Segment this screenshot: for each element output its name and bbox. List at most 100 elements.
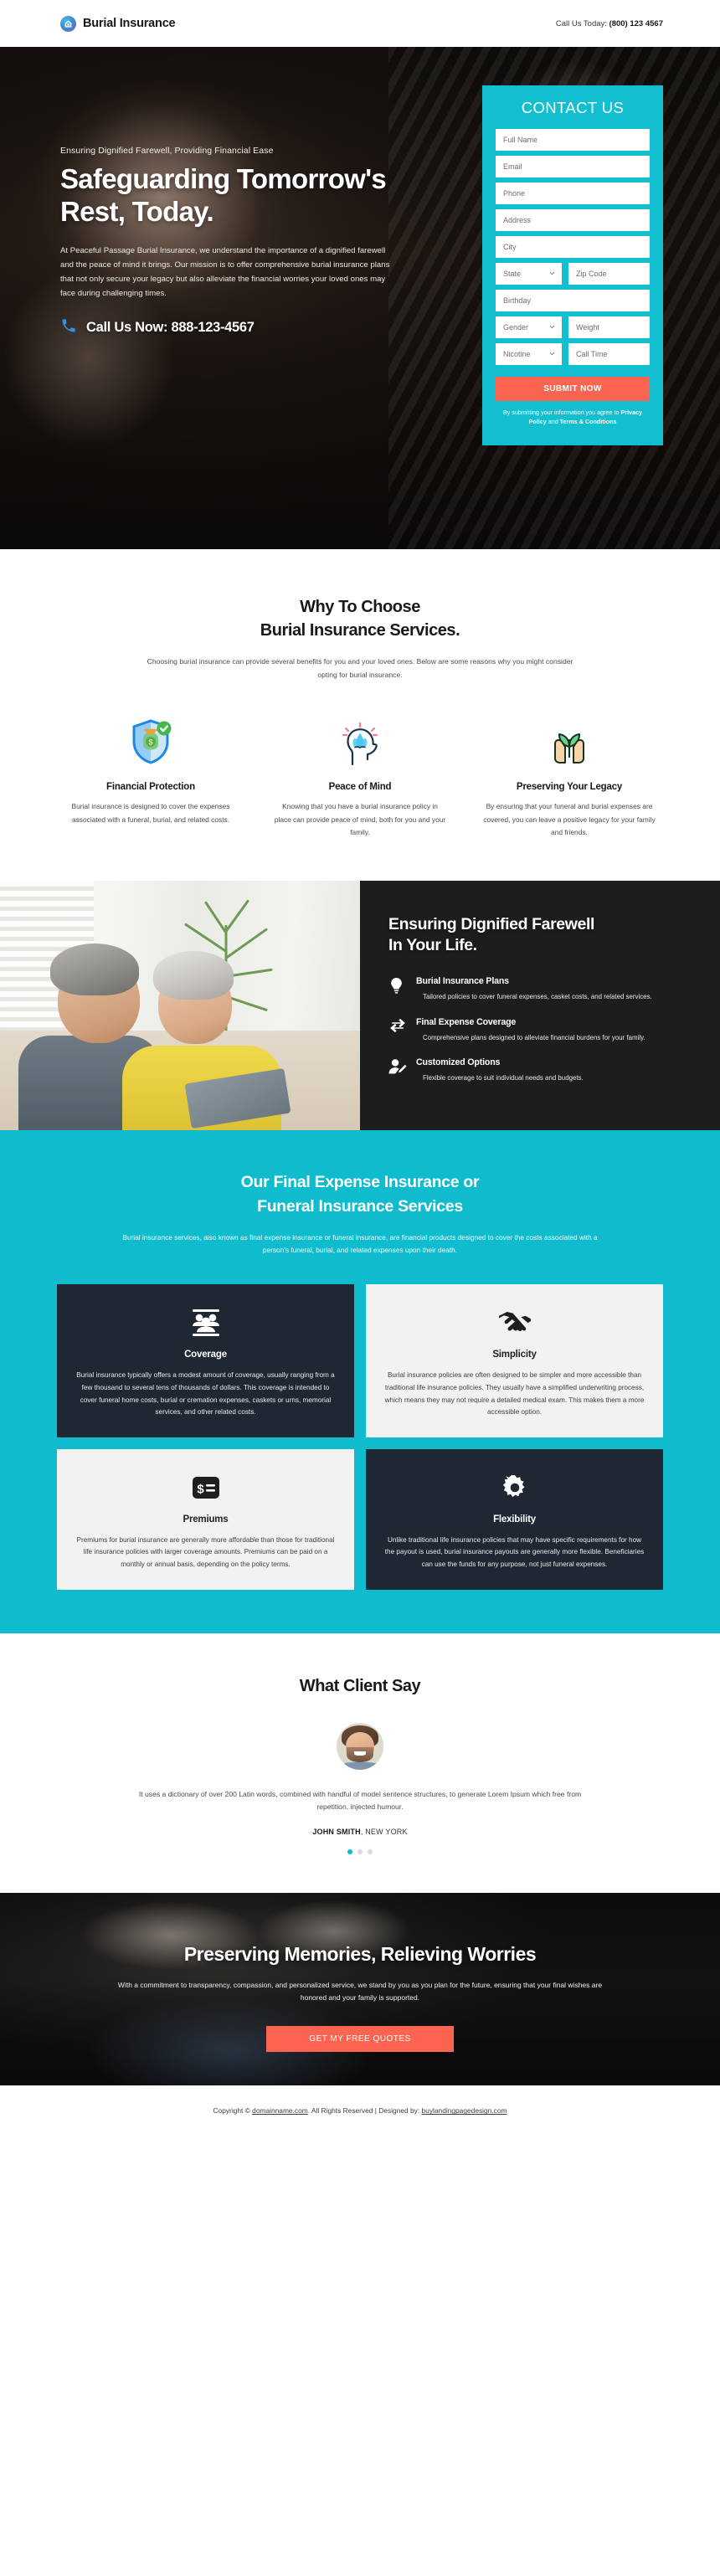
submit-button[interactable]: SUBMIT NOW [496,377,650,401]
pagination-dot-3[interactable] [368,1848,373,1854]
hero-title-line2: Rest, Today. [60,195,214,227]
why-item: Preserving Your Legacy By ensuring that … [479,717,660,839]
split-title-line2: In Your Life. [388,936,477,955]
dignified-farewell-copy: Ensuring Dignified Farewell In Your Life… [360,881,720,1131]
services-section: Our Final Expense Insurance or Funeral I… [0,1130,720,1633]
testimonial-author-location: NEW YORK [365,1827,408,1836]
footer: Copyright © domainname.com. All Rights R… [0,2085,720,2136]
contact-form[interactable]: CONTACT US State Gender [482,85,663,445]
full-name-input[interactable] [496,129,650,151]
service-card-text: Burial insurance typically offers a mode… [76,1371,335,1417]
lightbulb-icon [388,976,407,1002]
hero-eyebrow: Ensuring Dignified Farewell, Providing F… [60,146,274,156]
cta-subtitle: With a commitment to transparency, compa… [117,1980,603,2002]
feature-title: Burial Insurance Plans [416,976,509,987]
get-free-quotes-button[interactable]: GET MY FREE QUOTES [266,2026,454,2053]
pagination-dot-2[interactable] [357,1848,363,1854]
hero-call-cta[interactable]: Call Us Now: 888-123-4567 [60,317,429,338]
feature-text: Comprehensive plans designed to alleviat… [423,1033,645,1041]
form-legal-text: By submitting your information you agree… [496,409,650,427]
service-card: Coverage Burial insurance typically offe… [57,1284,354,1437]
house-logo-icon [60,15,76,32]
hero-copy: Ensuring Dignified Farewell, Providing F… [60,47,429,549]
birthday-input[interactable] [496,290,650,311]
users-group-icon [75,1306,336,1339]
handshake-icon [384,1306,645,1339]
why-item-text: Knowing that you have a burial insurance… [274,802,446,837]
why-title-line2: Burial Insurance Services. [260,620,460,640]
header-phone-label: Call Us Today: [555,18,607,28]
gender-select-wrap[interactable]: Gender [496,316,562,338]
why-item-title: Preserving Your Legacy [516,782,623,793]
brand-name: Burial Insurance [83,17,176,30]
service-card-title: Flexibility [493,1514,536,1525]
split-title-line1: Ensuring Dignified Farewell [388,915,594,934]
service-card: Flexibility Unlike traditional life insu… [366,1448,663,1590]
feature-item: Final Expense Coverage Comprehensive pla… [388,1017,683,1043]
why-item: $ Financial Protection Burial insurance … [60,717,241,839]
phone-input[interactable] [496,183,650,204]
user-edit-icon [388,1057,407,1083]
form-title: CONTACT US [521,99,625,116]
state-zip-row: State [496,263,650,285]
services-card-grid: Coverage Burial insurance typically offe… [57,1284,663,1590]
email-input[interactable] [496,156,650,177]
header-phone[interactable]: Call Us Today: (800) 123 4567 [556,19,663,28]
hero-section: Ensuring Dignified Farewell, Providing F… [0,47,720,549]
testimonial-title: What Client Say [299,1676,421,1695]
shield-money-check-icon: $ [60,717,241,765]
testimonial-quote: It uses a dictionary of over 200 Latin w… [138,1789,582,1812]
testimonial-pagination[interactable] [60,1848,660,1854]
service-card-text: Burial insurance policies are often desi… [384,1371,645,1417]
why-choose-header: Why To Choose Burial Insurance Services.… [60,596,660,681]
service-card-title: Coverage [184,1350,227,1360]
nicotine-select-wrap[interactable]: Nicotine [496,343,562,365]
copyright-mid: . All Rights Reserved | Designed by: [307,2106,422,2116]
phone-icon [60,317,77,338]
why-choose-subtitle: Choosing burial insurance can provide se… [147,657,573,679]
state-select[interactable]: State [496,263,562,285]
top-bar: Burial Insurance Call Us Today: (800) 12… [0,0,720,47]
feature-title: Customized Options [416,1057,501,1068]
feature-item: Burial Insurance Plans Tailored policies… [388,976,683,1002]
feature-title: Final Expense Coverage [416,1016,517,1027]
zip-input[interactable] [568,263,650,285]
header-phone-number: (800) 123 4567 [609,18,663,28]
call-time-input[interactable] [568,343,650,365]
testimonial-section: What Client Say It uses a dictionary of … [0,1632,720,1893]
service-card: Simplicity Burial insurance policies are… [366,1284,663,1437]
city-input[interactable] [496,236,650,258]
hero-title: Safeguarding Tomorrow's Rest, Today. [60,163,429,228]
why-choose-section: Why To Choose Burial Insurance Services.… [0,549,720,882]
brand[interactable]: Burial Insurance [60,15,176,32]
why-choose-grid: $ Financial Protection Burial insurance … [60,717,660,839]
gear-icon [384,1471,645,1504]
split-title: Ensuring Dignified Farewell In Your Life… [388,914,683,956]
gender-select[interactable]: Gender [496,316,562,338]
domain-link[interactable]: domainname.com [252,2106,308,2115]
nicotine-select[interactable]: Nicotine [496,343,562,365]
service-card-title: Simplicity [492,1350,537,1360]
state-select-wrap[interactable]: State [496,263,562,285]
service-card-text: Premiums for burial insurance are genera… [76,1535,335,1568]
hero-description: At Peaceful Passage Burial Insurance, we… [60,246,390,299]
weight-input[interactable] [568,316,650,338]
cta-title: Preserving Memories, Relieving Worries [183,1942,537,1965]
legal-pre: By submitting your information you agree… [502,409,621,416]
address-input[interactable] [496,209,650,231]
bottom-cta-section: Preserving Memories, Relieving Worries W… [0,1892,720,2085]
service-card-text: Unlike traditional life insurance polici… [384,1535,645,1568]
testimonial-author: JOHN SMITH, NEW YORK [60,1828,660,1836]
pagination-dot-1[interactable] [347,1848,352,1854]
terms-link[interactable]: Terms & Conditions [560,418,617,425]
why-item: Peace of Mind Knowing that you have a bu… [270,717,450,839]
dignified-farewell-section: Ensuring Dignified Farewell In Your Life… [0,881,720,1131]
retweet-icon [388,1017,407,1043]
why-item-text: Burial insurance is designed to cover th… [71,802,230,824]
designer-link[interactable]: buylandingpagedesign.com [422,2106,507,2115]
testimonial-author-name: JOHN SMITH [312,1827,361,1836]
why-item-title: Peace of Mind [328,782,392,793]
nicotine-calltime-row: Nicotine [496,343,650,365]
copyright-pre: Copyright © [213,2106,253,2116]
svg-text:$: $ [148,738,152,747]
